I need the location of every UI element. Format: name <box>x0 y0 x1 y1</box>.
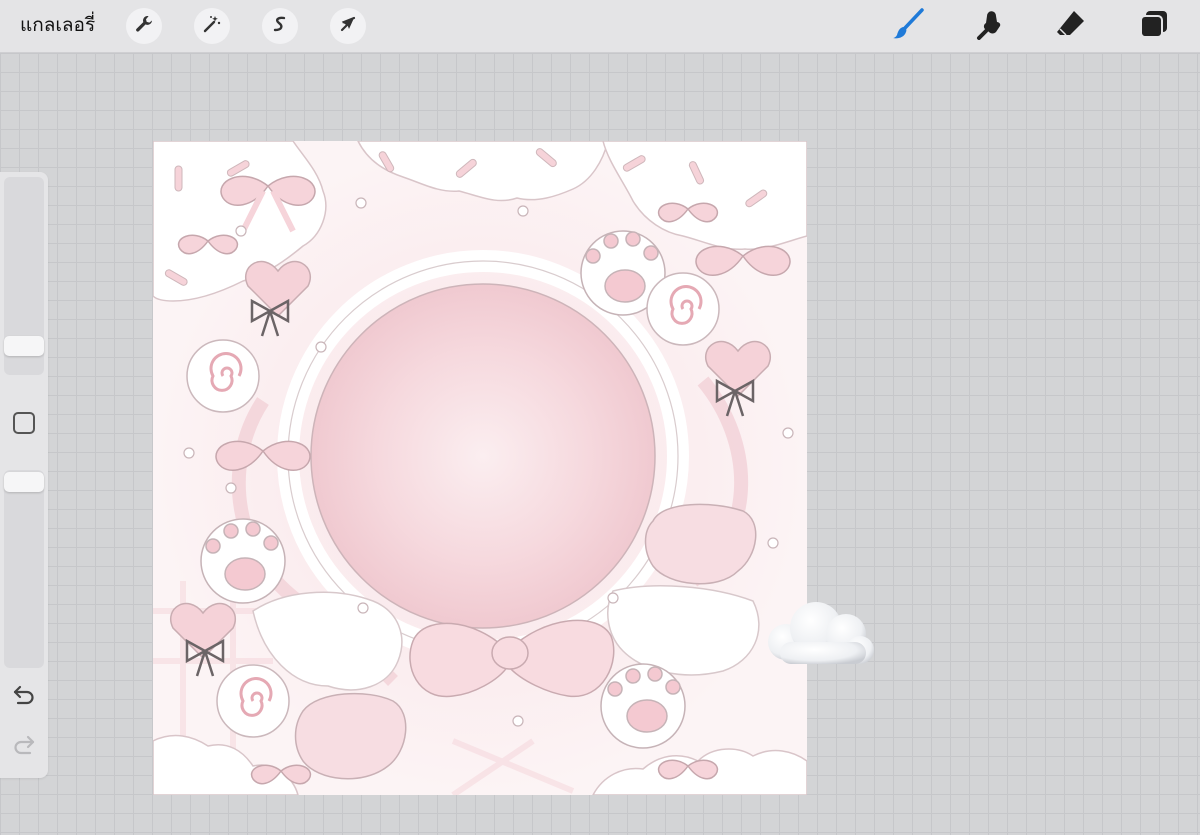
arrow-cursor-icon <box>338 14 358 38</box>
adjustments-button[interactable] <box>194 8 230 44</box>
smudge-tool-button[interactable] <box>973 8 1009 44</box>
artwork-illustration <box>153 141 807 795</box>
redo-icon <box>12 734 36 760</box>
actions-button[interactable] <box>126 8 162 44</box>
brush-tool-button[interactable] <box>890 8 926 44</box>
top-toolbar: แกลเลอรี่ <box>0 0 1200 53</box>
modifier-button[interactable] <box>13 412 35 434</box>
selection-s-icon <box>270 14 290 38</box>
eraser-tool-button[interactable] <box>1053 8 1089 44</box>
drawing-canvas[interactable] <box>153 141 807 795</box>
brush-icon <box>891 7 925 45</box>
gallery-button[interactable]: แกลเลอรี่ <box>20 12 95 38</box>
undo-icon <box>12 684 36 710</box>
redo-button[interactable] <box>10 733 38 761</box>
brush-size-handle[interactable] <box>4 336 44 356</box>
left-sidebar <box>0 172 48 778</box>
opacity-handle[interactable] <box>4 472 44 492</box>
smudge-icon <box>975 8 1007 44</box>
eraser-icon <box>1054 7 1088 45</box>
opacity-slider[interactable] <box>4 470 44 668</box>
layers-icon <box>1138 8 1170 44</box>
undo-button[interactable] <box>10 683 38 711</box>
cloud-sticker <box>760 598 880 674</box>
selection-button[interactable] <box>262 8 298 44</box>
magic-wand-icon <box>202 14 222 38</box>
layers-button[interactable] <box>1136 8 1172 44</box>
transform-button[interactable] <box>330 8 366 44</box>
wrench-icon <box>134 14 154 38</box>
